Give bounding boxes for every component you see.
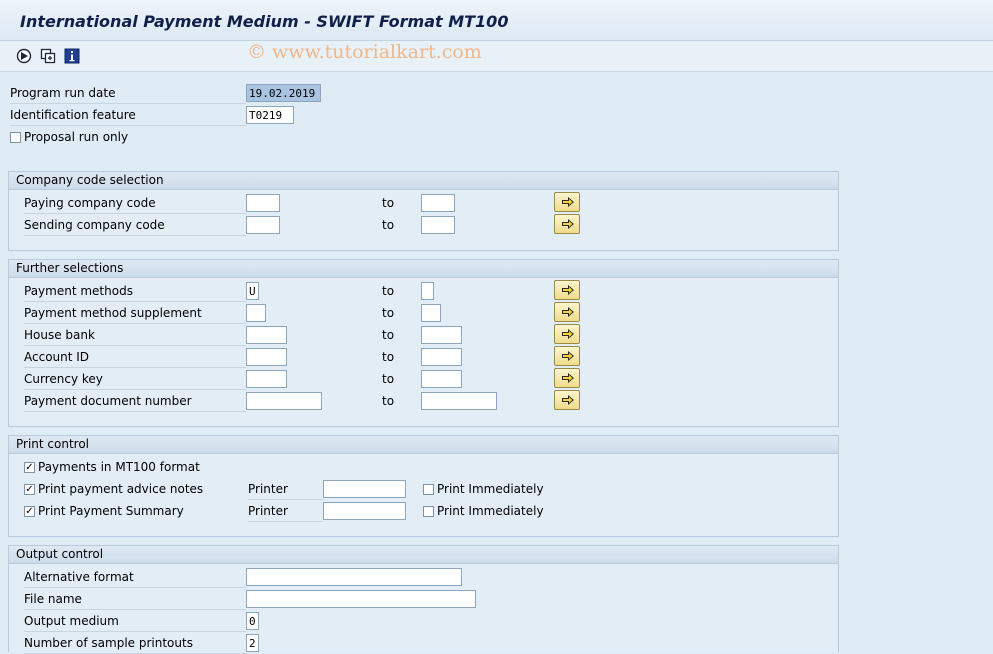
further-selections-group-title: Further selections xyxy=(9,260,838,278)
payment-advice-label: Print payment advice notes xyxy=(38,482,204,496)
currency-key-label: Currency key xyxy=(24,369,246,390)
payment-method-supplement-label: Payment method supplement xyxy=(24,303,246,324)
execute-icon[interactable] xyxy=(16,48,32,64)
house-bank-label: House bank xyxy=(24,325,246,346)
account-id-label: Account ID xyxy=(24,347,246,368)
payment-document-number-from[interactable] xyxy=(246,392,322,410)
sample-printouts-label: Number of sample printouts xyxy=(24,633,246,654)
sending-company-code-from[interactable] xyxy=(246,216,280,234)
paying-company-code-to-label: to xyxy=(382,196,395,210)
file-name-label: File name xyxy=(24,589,246,610)
payment-summary-print-immediately-label: Print Immediately xyxy=(437,504,544,518)
payment-summary-print-immediately-checkbox[interactable] xyxy=(423,506,434,517)
proposal-run-label: Proposal run only xyxy=(24,130,129,144)
arrow-right-icon xyxy=(562,197,574,207)
payment-advice-printer-input[interactable] xyxy=(323,480,406,498)
payment-methods-from[interactable]: U xyxy=(246,282,259,300)
arrow-right-icon xyxy=(562,329,574,339)
currency-key-to-label: to xyxy=(382,372,395,386)
sending-company-code-multiple-button[interactable] xyxy=(554,214,580,234)
account-id-to-label: to xyxy=(382,350,395,364)
print-control-group-title: Print control xyxy=(9,436,838,454)
output-medium-input[interactable]: 0 xyxy=(246,612,259,630)
payments-mt100-label: Payments in MT100 format xyxy=(38,460,200,474)
payment-methods-multiple-button[interactable] xyxy=(554,280,580,300)
arrow-right-icon xyxy=(562,395,574,405)
run-date-input[interactable]: 19.02.2019 xyxy=(246,84,321,102)
payment-method-supplement-multiple-button[interactable] xyxy=(554,302,580,322)
sample-printouts-input[interactable]: 2 xyxy=(246,634,259,652)
payment-method-supplement-from[interactable] xyxy=(246,304,266,322)
run-date-label: Program run date xyxy=(10,83,246,104)
sending-company-code-to[interactable] xyxy=(421,216,455,234)
paying-company-code-to[interactable] xyxy=(421,194,455,212)
company-code-group-title: Company code selection xyxy=(9,172,838,190)
alternative-format-input[interactable] xyxy=(246,568,462,586)
payment-advice-print-immediately-label: Print Immediately xyxy=(437,482,544,496)
payment-methods-label: Payment methods xyxy=(24,281,246,302)
arrow-right-icon xyxy=(562,351,574,361)
get-variant-icon[interactable] xyxy=(40,48,56,64)
application-toolbar xyxy=(0,41,993,72)
arrow-right-icon xyxy=(562,373,574,383)
payment-advice-checkbox[interactable]: ✓ xyxy=(24,484,35,495)
payment-summary-checkbox[interactable]: ✓ xyxy=(24,506,35,517)
payment-summary-printer-label: Printer xyxy=(248,501,323,522)
payment-advice-print-immediately-checkbox[interactable] xyxy=(423,484,434,495)
output-control-group-title: Output control xyxy=(9,546,838,564)
payment-method-supplement-to-label: to xyxy=(382,306,395,320)
identification-input[interactable]: T0219 xyxy=(246,106,294,124)
sending-company-code-label: Sending company code xyxy=(24,215,246,236)
house-bank-to[interactable] xyxy=(421,326,462,344)
account-id-to[interactable] xyxy=(421,348,462,366)
arrow-right-icon xyxy=(562,307,574,317)
currency-key-from[interactable] xyxy=(246,370,287,388)
title-bar: International Payment Medium - SWIFT For… xyxy=(0,0,993,41)
account-id-multiple-button[interactable] xyxy=(554,346,580,366)
page-title: International Payment Medium - SWIFT For… xyxy=(20,12,509,31)
identification-label: Identification feature xyxy=(10,105,246,126)
house-bank-from[interactable] xyxy=(246,326,287,344)
payment-summary-printer-input[interactable] xyxy=(323,502,406,520)
paying-company-code-from[interactable] xyxy=(246,194,280,212)
output-medium-label: Output medium xyxy=(24,611,246,632)
payments-mt100-checkbox[interactable]: ✓ xyxy=(24,462,35,473)
file-name-input[interactable] xyxy=(246,590,476,608)
payment-summary-label: Print Payment Summary xyxy=(38,504,184,518)
payment-document-number-multiple-button[interactable] xyxy=(554,390,580,410)
payment-advice-printer-label: Printer xyxy=(248,479,323,500)
payment-method-supplement-to[interactable] xyxy=(421,304,441,322)
payment-document-number-to-label: to xyxy=(382,394,395,408)
house-bank-multiple-button[interactable] xyxy=(554,324,580,344)
payment-methods-to-label: to xyxy=(382,284,395,298)
currency-key-multiple-button[interactable] xyxy=(554,368,580,388)
alternative-format-label: Alternative format xyxy=(24,567,246,588)
paying-company-code-label: Paying company code xyxy=(24,193,246,214)
account-id-from[interactable] xyxy=(246,348,287,366)
currency-key-to[interactable] xyxy=(421,370,462,388)
paying-company-code-multiple-button[interactable] xyxy=(554,192,580,212)
payment-methods-to[interactable] xyxy=(421,282,434,300)
arrow-right-icon xyxy=(562,285,574,295)
house-bank-to-label: to xyxy=(382,328,395,342)
information-icon[interactable] xyxy=(64,48,80,64)
sending-company-code-to-label: to xyxy=(382,218,395,232)
payment-document-number-label: Payment document number xyxy=(24,391,246,412)
arrow-right-icon xyxy=(562,219,574,229)
proposal-run-checkbox[interactable] xyxy=(10,132,21,143)
payment-document-number-to[interactable] xyxy=(421,392,497,410)
watermark: © www.tutorialkart.com xyxy=(247,41,482,63)
